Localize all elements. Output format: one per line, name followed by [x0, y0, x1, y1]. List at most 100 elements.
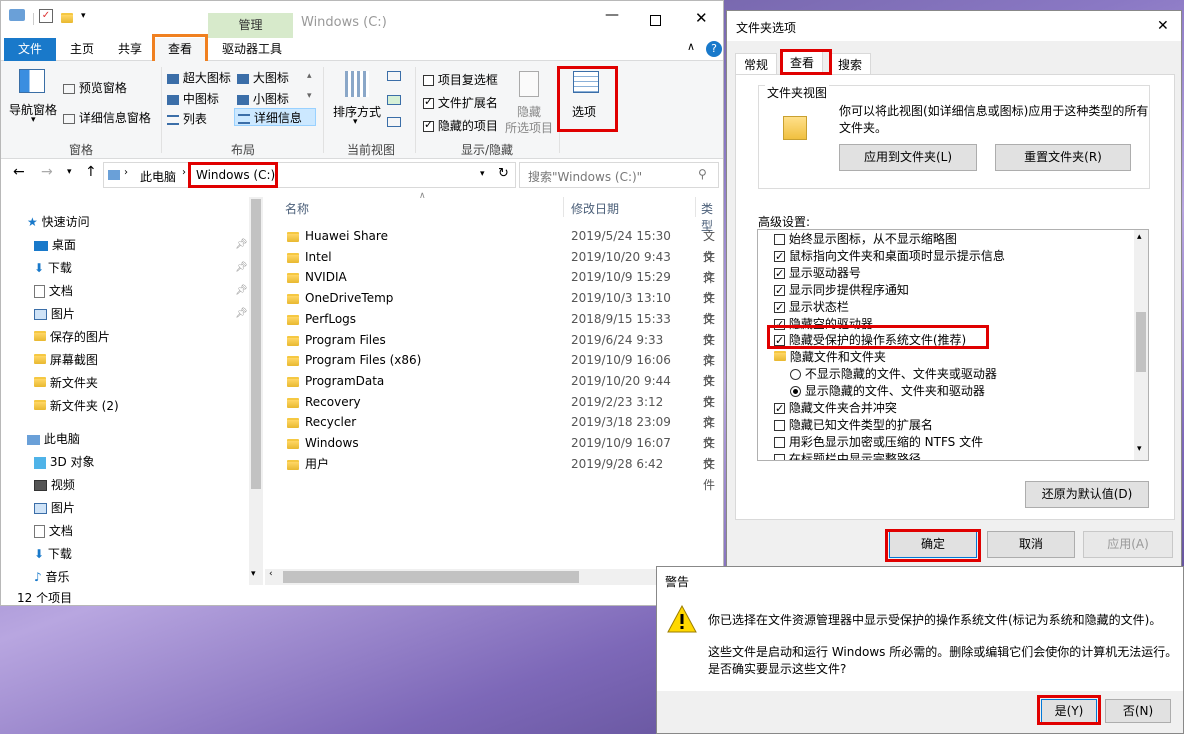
nav-this-pc[interactable]: 此电脑: [27, 428, 80, 450]
nav-item-downloads[interactable]: ⬇ 下载: [34, 257, 72, 279]
pin-icon[interactable]: 📌︎: [235, 239, 248, 250]
scroll-up-icon[interactable]: ▴: [1137, 232, 1142, 242]
nav-item-pictures[interactable]: 图片: [34, 303, 75, 325]
table-row[interactable]: NVIDIA 2019/10/9 15:29 文件: [283, 267, 723, 305]
table-row[interactable]: Intel 2019/10/20 9:43 文件: [283, 247, 723, 285]
checkbox[interactable]: [774, 419, 785, 431]
nav-item-music[interactable]: ♪ 音乐: [34, 566, 70, 588]
nav-item-videos[interactable]: 视频: [34, 474, 75, 496]
table-row[interactable]: Windows 2019/10/9 16:07 文件: [283, 433, 723, 471]
table-row[interactable]: Recycler 2019/3/18 23:09 文件: [283, 412, 723, 450]
up-icon[interactable]: ↑: [85, 164, 97, 180]
scrollbar-thumb[interactable]: [283, 571, 579, 583]
column-header-date[interactable]: 修改日期: [571, 200, 619, 217]
advanced-setting-item[interactable]: 隐藏空的驱动器: [774, 316, 873, 333]
advanced-setting-item[interactable]: 显示同步提供程序通知: [774, 282, 909, 299]
table-row[interactable]: OneDriveTemp 2019/10/3 13:10 文件: [283, 288, 723, 326]
tab-drive-tools[interactable]: 驱动器工具: [209, 38, 295, 61]
advanced-setting-item[interactable]: 显示驱动器号: [774, 265, 861, 282]
restore-defaults-button[interactable]: 还原为默认值(D): [1025, 481, 1149, 508]
sort-by-button[interactable]: 排序方式 ▾: [331, 67, 383, 137]
collapse-ribbon-icon[interactable]: ∧: [687, 40, 695, 53]
help-icon[interactable]: ?: [706, 41, 722, 57]
hidden-items-toggle[interactable]: 隐藏的项目: [423, 117, 498, 134]
close-icon[interactable]: ✕: [1157, 18, 1169, 34]
checkbox-hidden-items[interactable]: [423, 118, 434, 132]
options-button[interactable]: 选项: [563, 67, 613, 129]
tab-view[interactable]: 查看: [781, 51, 824, 75]
advanced-setting-item[interactable]: 显示隐藏的文件、文件夹和驱动器: [790, 383, 985, 400]
nav-pane-button[interactable]: 导航窗格 ▾: [7, 65, 59, 137]
address-bar[interactable]: › 此电脑 › Windows (C:) ▾ ↻: [103, 162, 516, 188]
advanced-setting-item[interactable]: 鼠标指向文件夹和桌面项时显示提示信息: [774, 248, 1005, 265]
table-row[interactable]: Huawei Share 2019/5/24 15:30 文件: [283, 226, 723, 264]
horizontal-scrollbar[interactable]: ‹ ›: [265, 569, 723, 585]
layout-small[interactable]: 小图标: [237, 90, 289, 107]
checkbox[interactable]: [774, 332, 785, 349]
advanced-setting-item[interactable]: 隐藏已知文件类型的扩展名: [774, 417, 933, 434]
recent-locations-icon[interactable]: ▾: [67, 167, 72, 177]
search-input[interactable]: 搜索"Windows (C:)" ⚲: [519, 162, 719, 188]
radio-button[interactable]: [790, 369, 801, 381]
scroll-down-icon[interactable]: ▾: [251, 569, 256, 579]
advanced-setting-item[interactable]: 隐藏文件夹合并冲突: [774, 400, 897, 417]
checkbox[interactable]: [774, 400, 785, 417]
hide-selected-button[interactable]: 隐藏 所选项目: [503, 67, 555, 137]
item-checkboxes-toggle[interactable]: 项目复选框: [423, 71, 498, 88]
nav-item-new-folder-2[interactable]: 新文件夹 (2): [34, 395, 119, 417]
preview-pane-button[interactable]: 预览窗格: [63, 79, 127, 96]
scroll-left-icon[interactable]: ‹: [269, 569, 273, 579]
column-header-name[interactable]: 名称: [285, 200, 309, 217]
forward-icon[interactable]: →: [41, 164, 53, 180]
nav-item-documents[interactable]: 文档: [34, 280, 73, 302]
properties-icon[interactable]: ✓: [39, 9, 53, 23]
advanced-setting-item[interactable]: 不显示隐藏的文件、文件夹或驱动器: [790, 366, 997, 383]
pin-icon[interactable]: 📌︎: [235, 308, 248, 319]
nav-scrollbar[interactable]: ▾: [249, 197, 263, 585]
file-extensions-toggle[interactable]: 文件扩展名: [423, 94, 498, 111]
reset-folders-button[interactable]: 重置文件夹(R): [995, 144, 1131, 171]
ok-button[interactable]: 确定: [889, 531, 977, 558]
nav-item-new-folder[interactable]: 新文件夹: [34, 372, 98, 394]
layout-medium[interactable]: 中图标: [167, 90, 219, 107]
pin-icon[interactable]: 📌︎: [235, 285, 248, 296]
nav-item-3d-objects[interactable]: 3D 对象: [34, 451, 95, 473]
nav-quick-access[interactable]: ★ 快速访问: [27, 211, 90, 233]
tab-search[interactable]: 搜索: [829, 53, 872, 75]
table-row[interactable]: ProgramData 2019/10/20 9:44 文件: [283, 371, 723, 409]
checkbox-item-checkboxes[interactable]: [423, 75, 434, 86]
group-by-icon[interactable]: [387, 71, 401, 81]
refresh-icon[interactable]: ↻: [498, 166, 509, 181]
checkbox[interactable]: [774, 299, 785, 316]
layout-details[interactable]: 详细信息: [234, 108, 316, 126]
advanced-setting-item[interactable]: 始终显示图标，从不显示缩略图: [774, 231, 957, 248]
checkbox[interactable]: [774, 282, 785, 299]
scroll-down-icon[interactable]: ▾: [1137, 444, 1142, 454]
nav-item-pc-documents[interactable]: 文档: [34, 520, 73, 542]
checkbox[interactable]: [774, 316, 785, 333]
advanced-setting-item[interactable]: 显示状态栏: [774, 299, 849, 316]
checkbox[interactable]: [774, 265, 785, 282]
advanced-setting-item[interactable]: 用彩色显示加密或压缩的 NTFS 文件: [774, 434, 983, 451]
address-dropdown-icon[interactable]: ▾: [480, 169, 485, 179]
qat-dropdown-icon[interactable]: ▾: [81, 11, 86, 21]
tab-general[interactable]: 常规: [735, 53, 778, 75]
yes-button[interactable]: 是(Y): [1041, 699, 1097, 723]
checkbox[interactable]: [774, 248, 785, 265]
nav-item-desktop[interactable]: 桌面: [34, 234, 76, 256]
breadcrumb-drive[interactable]: Windows (C:): [196, 168, 275, 182]
layout-scroll-down-icon[interactable]: ▾: [307, 91, 312, 101]
radio-button[interactable]: [790, 386, 801, 398]
tab-home[interactable]: 主页: [59, 38, 105, 61]
layout-extra-large[interactable]: 超大图标: [167, 69, 231, 86]
layout-list[interactable]: 列表: [167, 110, 207, 127]
checkbox-file-extensions[interactable]: [423, 95, 434, 109]
tab-view[interactable]: 查看: [155, 38, 205, 61]
layout-scroll-up-icon[interactable]: ▴: [307, 71, 312, 81]
nav-item-pc-downloads[interactable]: ⬇ 下载: [34, 543, 72, 565]
table-row[interactable]: Program Files 2019/6/24 9:33 文件: [283, 330, 723, 368]
nav-item-screenshots[interactable]: 屏幕截图: [34, 349, 98, 371]
tab-file[interactable]: 文件: [4, 38, 56, 61]
size-columns-icon[interactable]: [387, 117, 401, 127]
close-icon[interactable]: ✕: [695, 9, 708, 27]
